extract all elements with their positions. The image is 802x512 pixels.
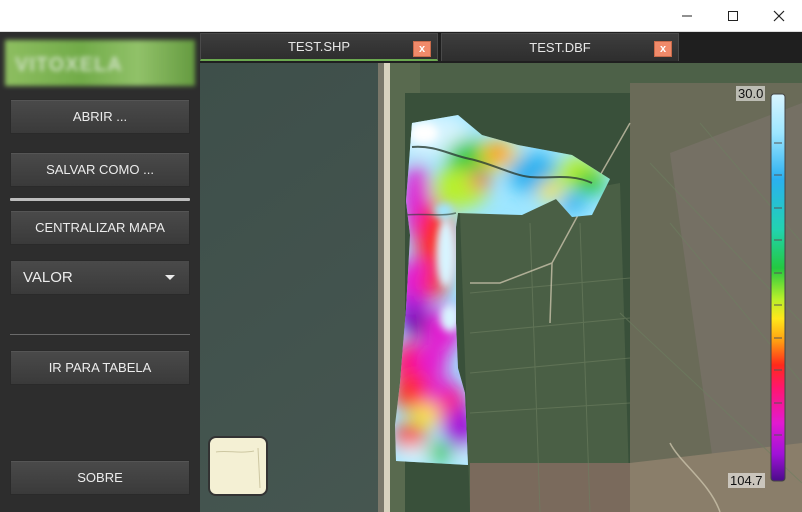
tab-test-dbf[interactable]: TEST.DBF x [441, 33, 679, 61]
maximize-icon [728, 10, 738, 21]
overview-map-thumbnail[interactable] [208, 436, 268, 496]
tab-test-shp[interactable]: TEST.SHP x [200, 33, 438, 61]
minimize-icon [682, 15, 692, 16]
minimize-button[interactable] [664, 0, 710, 31]
color-scale-bar [770, 93, 786, 482]
about-button[interactable]: SOBRE [10, 460, 190, 495]
app-logo: VITOXELA [5, 40, 195, 86]
save-as-button[interactable]: SALVAR COMO ... [10, 152, 190, 187]
chevron-down-icon [165, 275, 175, 280]
tab-label: TEST.SHP [287, 39, 351, 54]
close-tab-icon[interactable]: x [413, 41, 431, 57]
title-bar [0, 0, 802, 32]
value-field-label: VALOR [23, 269, 73, 286]
value-field-select[interactable]: VALOR [10, 260, 190, 295]
logo-text: VITOXELA [15, 54, 123, 76]
separator [10, 334, 190, 335]
map-view[interactable]: 30.0 104.7 [200, 63, 802, 512]
close-tab-icon[interactable]: x [654, 41, 672, 57]
tab-label: TEST.DBF [529, 40, 591, 55]
sidebar: VITOXELA ABRIR ... SALVAR COMO ... CENTR… [0, 32, 200, 512]
separator [10, 198, 190, 201]
tab-bar: TEST.SHP x TEST.DBF x [200, 32, 802, 63]
mini-map-icon [215, 447, 261, 489]
close-button[interactable] [756, 0, 802, 31]
go-to-table-button[interactable]: IR PARA TABELA [10, 350, 190, 385]
map-canvas [200, 63, 802, 512]
open-button[interactable]: ABRIR ... [10, 99, 190, 134]
close-icon [773, 10, 785, 21]
legend-max-label: 30.0 [736, 86, 766, 101]
maximize-button[interactable] [710, 0, 756, 31]
legend-min-label: 104.7 [728, 473, 765, 488]
center-map-button[interactable]: CENTRALIZAR MAPA [10, 210, 190, 245]
